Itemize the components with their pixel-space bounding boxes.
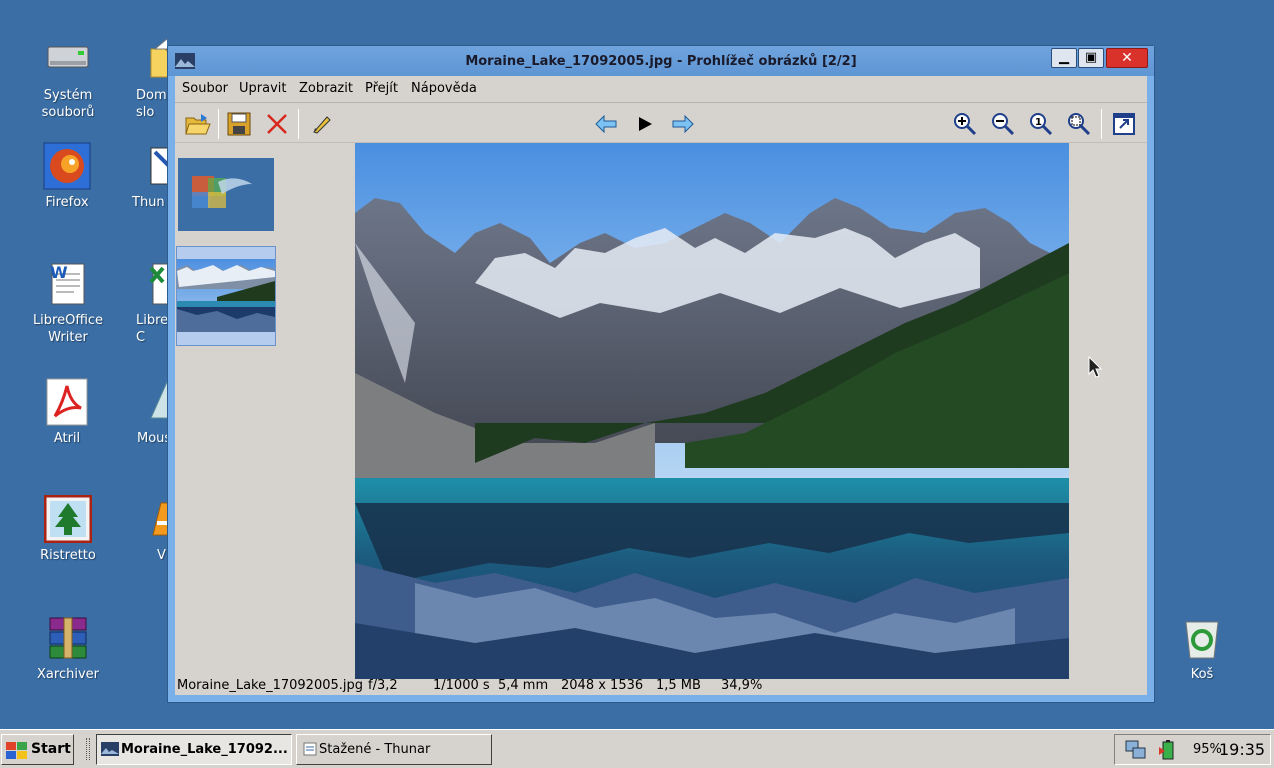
mousepad-icon <box>147 378 167 426</box>
desktop-icon-label: Dom slo <box>136 88 167 120</box>
status-exposure: 1/1000 s <box>433 678 490 693</box>
open-icon[interactable] <box>184 110 212 138</box>
desktop-icon-label: Libre C <box>136 313 167 345</box>
desktop-icon-atril[interactable]: Atril <box>19 378 115 447</box>
trash-icon <box>1178 614 1226 662</box>
task-thunar[interactable]: Stažené - Thunar <box>296 734 492 765</box>
back-arrow-icon[interactable] <box>592 110 620 138</box>
zoom-in-icon[interactable] <box>951 110 979 138</box>
desktop-icon-thunderbird[interactable]: Thun <box>117 142 167 211</box>
desktop-icon-mousepad[interactable]: Mous <box>117 378 167 447</box>
battery-icon[interactable] <box>1157 739 1179 765</box>
toolbar-separator <box>218 109 219 139</box>
save-icon[interactable] <box>225 110 253 138</box>
edit-icon[interactable] <box>308 110 336 138</box>
image-viewer-window: Moraine_Lake_17092005.jpg - Prohlížeč ob… <box>167 45 1155 703</box>
network-icon[interactable] <box>1125 740 1147 764</box>
status-zoom: 34,9% <box>721 678 763 693</box>
zoom-fit-icon[interactable] <box>1065 110 1093 138</box>
desktop-icon-filesystem[interactable]: Systém souborů <box>20 35 116 121</box>
battery-percent: 95% <box>1193 742 1222 757</box>
status-dimensions: 2048 x 1536 <box>561 678 644 693</box>
window-titlebar[interactable]: Moraine_Lake_17092005.jpg - Prohlížeč ob… <box>168 46 1154 76</box>
task-label: Stažené - Thunar <box>319 742 431 757</box>
desktop-icon-label: Systém souborů <box>41 88 95 120</box>
desktop-icon-label: Koš <box>1190 667 1214 682</box>
statusbar: Moraine_Lake_17092005.jpg f/3,2 1/1000 s… <box>175 677 1147 695</box>
taskbar: Start Moraine_Lake_17092... Stažené - Th… <box>0 729 1274 768</box>
desktop-icon-label: LibreOffice Writer <box>32 313 104 345</box>
desktop-icon-xarchiver[interactable]: Xarchiver <box>20 614 116 683</box>
close-icon: ✕ <box>1121 50 1133 66</box>
thumbnail-bar <box>175 144 279 677</box>
mouse-cursor-icon <box>1088 355 1103 382</box>
menu-go[interactable]: Přejít <box>365 81 398 96</box>
thunderbird-icon <box>147 142 167 190</box>
desktop-icon-label: Ristretto <box>40 548 96 563</box>
desktop-icon-label: V <box>157 548 166 563</box>
thumbnail-item-selected[interactable] <box>176 246 276 346</box>
desktop-icon-firefox[interactable]: Firefox <box>19 142 115 211</box>
main-image[interactable] <box>355 143 1069 679</box>
ristretto-icon <box>43 494 93 544</box>
task-label: Moraine_Lake_17092... <box>121 742 288 757</box>
desktop-icon-label: Thun <box>132 195 165 210</box>
toolbar-separator <box>298 109 299 139</box>
window-client: Soubor Upravit Zobrazit Přejít Nápověda <box>175 76 1147 695</box>
status-aperture: f/3,2 <box>368 678 398 693</box>
close-button[interactable]: ✕ <box>1106 48 1148 68</box>
svg-text:W: W <box>50 263 68 282</box>
desktop-icon-trash[interactable]: Koš <box>1154 614 1250 683</box>
home-folder-icon <box>147 35 167 83</box>
calc-spreadsheet-icon <box>147 260 167 308</box>
archive-icon <box>44 614 92 662</box>
desktop-icon-home[interactable]: Dom slo <box>117 35 167 121</box>
status-file-size: 1,5 MB <box>656 678 701 693</box>
delete-icon[interactable] <box>263 110 291 138</box>
desktop-icon-vlc[interactable]: V <box>117 495 167 564</box>
start-button[interactable]: Start <box>1 734 74 765</box>
thumbnail-item[interactable] <box>178 158 274 231</box>
task-image-viewer[interactable]: Moraine_Lake_17092... <box>96 734 292 765</box>
maximize-button[interactable]: ▣ <box>1078 48 1104 68</box>
desktop-icon-label: Xarchiver <box>37 667 99 682</box>
file-manager-task-icon <box>303 742 317 760</box>
start-label: Start <box>31 741 71 757</box>
clock[interactable]: 19:35 <box>1219 740 1265 759</box>
drive-icon <box>44 35 92 83</box>
svg-text:1: 1 <box>1035 117 1042 128</box>
forward-arrow-icon[interactable] <box>669 110 697 138</box>
start-menu-icon <box>6 742 28 764</box>
desktop-icon-label: Atril <box>53 431 81 446</box>
maximize-icon: ▣ <box>1084 50 1098 65</box>
writer-document-icon: W <box>44 260 92 308</box>
desktop-icon-writer[interactable]: W LibreOffice Writer <box>20 260 116 346</box>
menu-file[interactable]: Soubor <box>182 81 228 96</box>
pdf-viewer-icon <box>43 378 91 426</box>
image-viewer-task-icon <box>101 742 119 760</box>
desktop-icon-ristretto[interactable]: Ristretto <box>20 494 116 564</box>
taskbar-handle[interactable] <box>86 738 90 760</box>
desktop-icon-label: Mous <box>137 431 167 446</box>
zoom-100-icon[interactable]: 1 <box>1027 110 1055 138</box>
toolbar-separator <box>1101 109 1102 139</box>
fullscreen-icon[interactable] <box>1110 110 1138 138</box>
firefox-icon <box>43 142 91 190</box>
menu-help[interactable]: Nápověda <box>411 81 477 96</box>
desktop-icon-label: Firefox <box>45 195 89 210</box>
minimize-icon: ▁ <box>1059 50 1069 65</box>
status-focal-length: 5,4 mm <box>498 678 549 693</box>
menubar: Soubor Upravit Zobrazit Přejít Nápověda <box>175 76 1147 103</box>
media-player-icon <box>147 495 167 543</box>
window-title: Moraine_Lake_17092005.jpg - Prohlížeč ob… <box>465 54 857 69</box>
play-icon[interactable] <box>631 110 659 138</box>
desktop-icon-calc[interactable]: Libre C <box>117 260 167 346</box>
menu-edit[interactable]: Upravit <box>239 81 286 96</box>
zoom-out-icon[interactable] <box>989 110 1017 138</box>
system-tray: 95% 19:35 <box>1114 734 1271 765</box>
minimize-button[interactable]: ▁ <box>1051 48 1077 68</box>
toolbar: 1 <box>175 103 1147 143</box>
menu-view[interactable]: Zobrazit <box>299 81 353 96</box>
status-filename: Moraine_Lake_17092005.jpg <box>177 678 364 693</box>
